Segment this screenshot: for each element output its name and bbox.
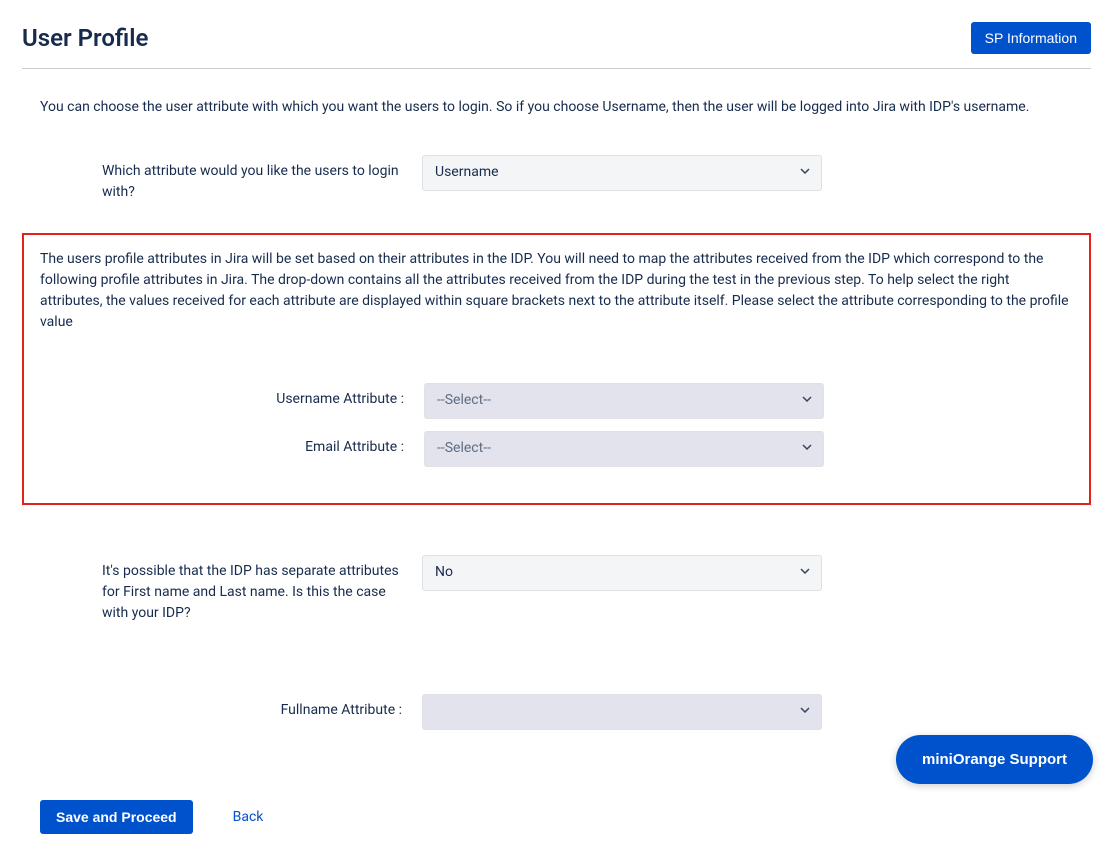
separate-names-select[interactable]: No (422, 555, 822, 591)
email-attribute-label: Email Attribute : (104, 431, 424, 458)
miniorange-support-button[interactable]: miniOrange Support (896, 735, 1093, 784)
back-link[interactable]: Back (233, 809, 264, 825)
login-attribute-label: Which attribute would you like the users… (102, 155, 422, 203)
separate-names-label: It's possible that the IDP has separate … (102, 555, 422, 624)
highlight-text: The users profile attributes in Jira wil… (40, 249, 1073, 333)
attribute-mapping-highlight: The users profile attributes in Jira wil… (22, 233, 1091, 505)
email-attribute-select[interactable]: --Select-- (424, 431, 824, 467)
fullname-attribute-label: Fullname Attribute : (102, 694, 422, 721)
page-title: User Profile (22, 24, 148, 52)
login-attribute-select[interactable]: Username (422, 155, 822, 191)
fullname-attribute-select[interactable] (422, 694, 822, 730)
username-attribute-label: Username Attribute : (104, 383, 424, 410)
intro-text: You can choose the user attribute with w… (22, 99, 1091, 115)
sp-information-button[interactable]: SP Information (971, 22, 1091, 54)
save-and-proceed-button[interactable]: Save and Proceed (40, 800, 193, 834)
username-attribute-select[interactable]: --Select-- (424, 383, 824, 419)
